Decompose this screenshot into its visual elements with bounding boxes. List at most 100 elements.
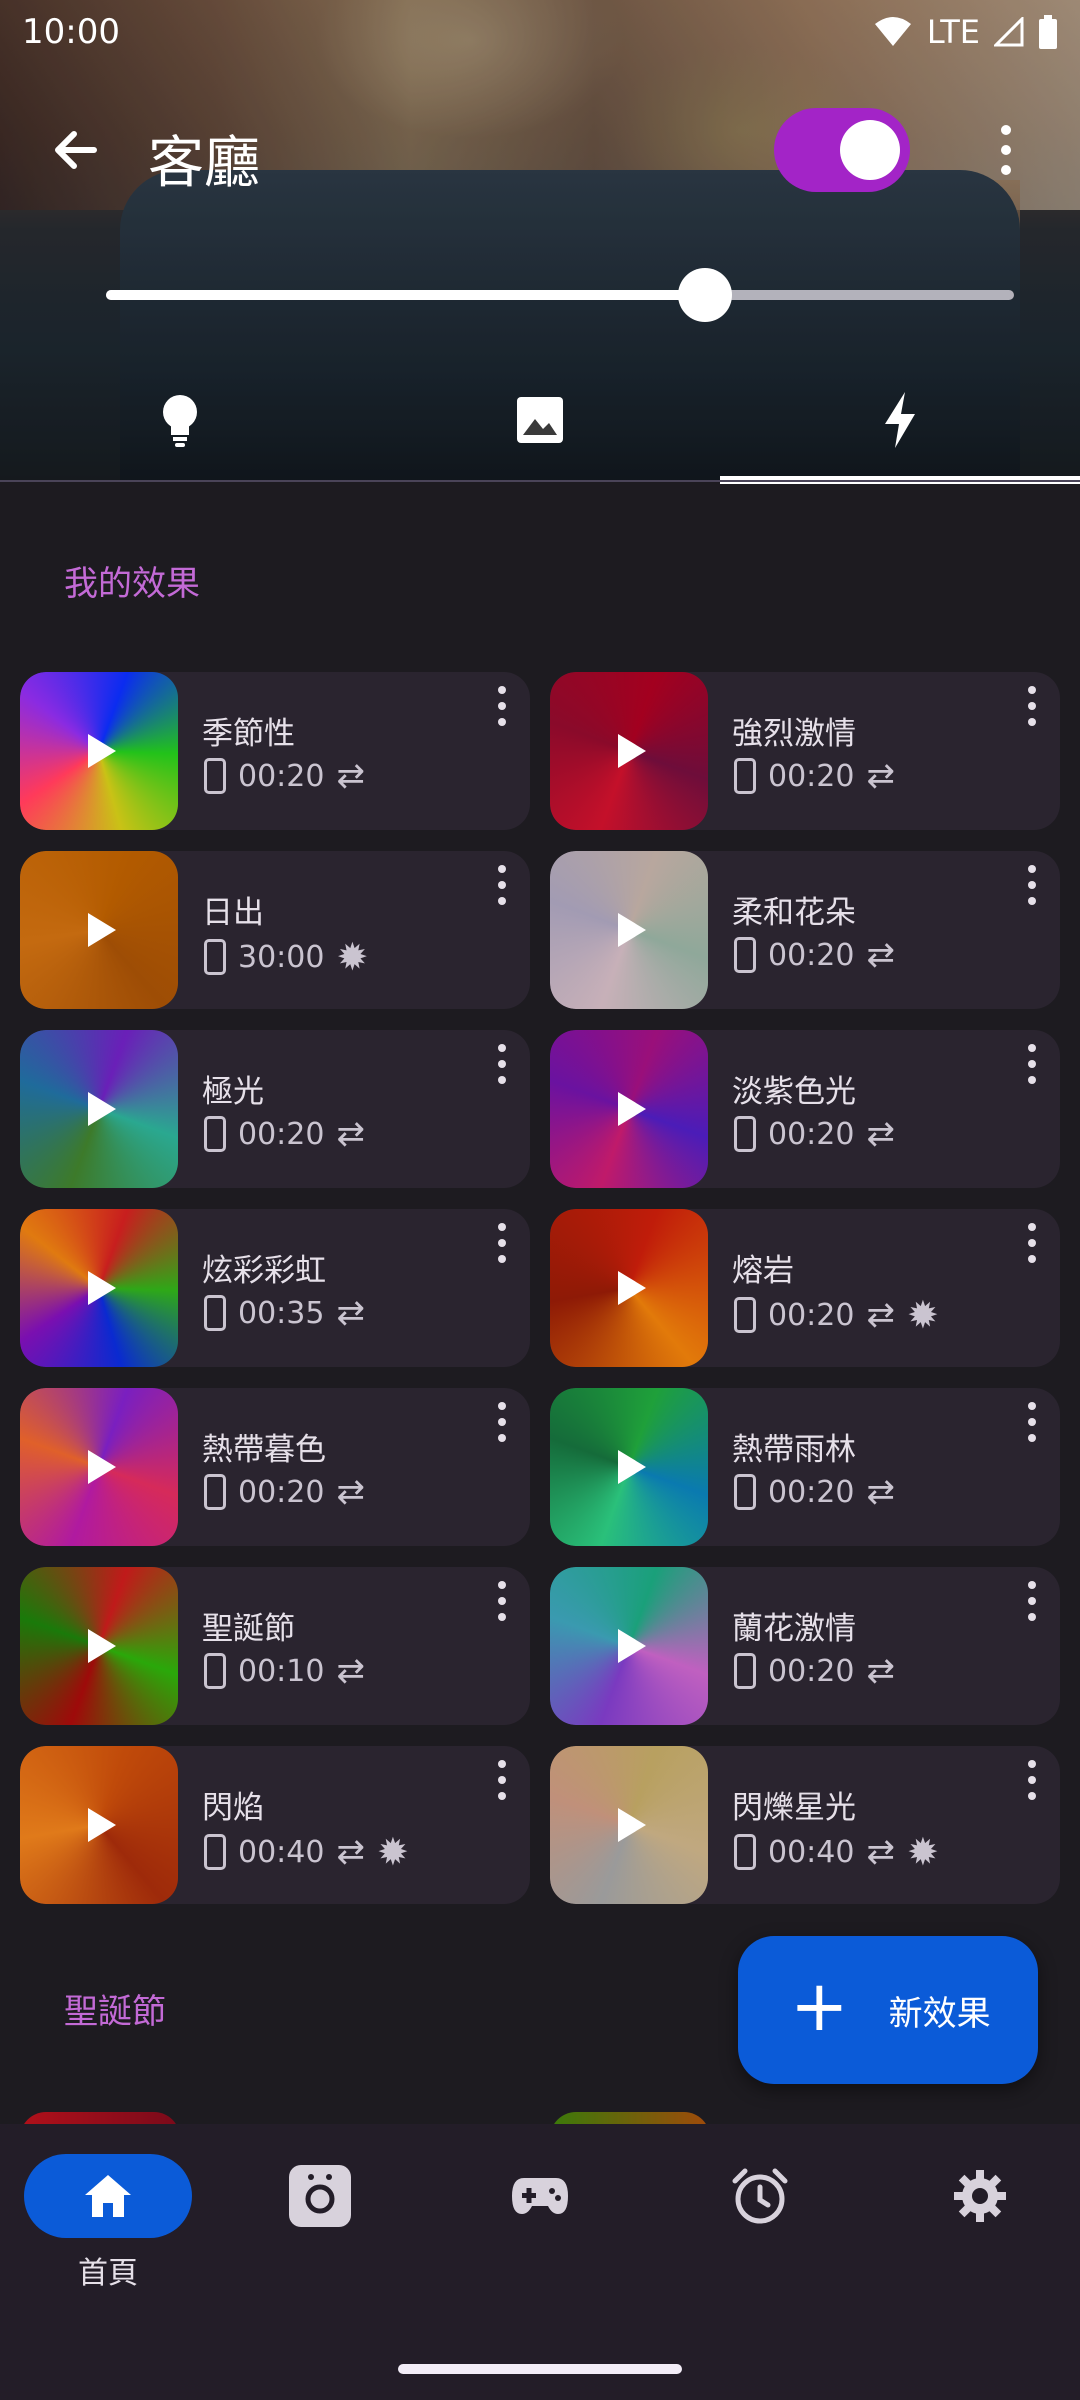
effect-more-button[interactable] (1022, 1044, 1042, 1084)
effect-play-button[interactable] (550, 1209, 708, 1367)
effect-play-button[interactable] (20, 1746, 178, 1904)
gamepad-icon (512, 2178, 568, 2214)
phone-icon (204, 939, 226, 975)
effect-more-button[interactable] (1022, 1223, 1042, 1263)
effect-more-button[interactable] (1022, 1402, 1042, 1442)
repeat-icon: ⇄ (866, 1651, 895, 1691)
effect-duration: 00:35 (238, 1295, 325, 1331)
nav-camera[interactable] (212, 2154, 428, 2324)
effect-play-button[interactable] (20, 1388, 178, 1546)
effect-meta: 00:20 ⇄ (734, 756, 895, 796)
effect-card[interactable]: 熱帶雨林 00:20 ⇄ (550, 1388, 1060, 1546)
effect-card[interactable]: 極光 00:20 ⇄ (20, 1030, 530, 1188)
effect-more-button[interactable] (492, 1760, 512, 1800)
effect-play-button[interactable] (550, 1030, 708, 1188)
play-icon (88, 734, 116, 768)
play-icon (618, 1092, 646, 1126)
effect-more-button[interactable] (492, 1223, 512, 1263)
lightning-icon (885, 392, 915, 448)
effect-card[interactable]: 淡紫色光 00:20 ⇄ (550, 1030, 1060, 1188)
more-options-button[interactable] (988, 120, 1024, 180)
effect-more-button[interactable] (1022, 686, 1042, 726)
effect-card[interactable]: 熱帶暮色 00:20 ⇄ (20, 1388, 530, 1546)
effect-play-button[interactable] (20, 1030, 178, 1188)
effect-more-button[interactable] (492, 1581, 512, 1621)
bulb-icon (163, 395, 197, 447)
repeat-icon: ⇄ (336, 1293, 365, 1333)
effect-more-button[interactable] (492, 1044, 512, 1084)
effect-card[interactable]: 強烈激情 00:20 ⇄ (550, 672, 1060, 830)
effect-meta: 00:20 ⇄ (734, 1472, 895, 1512)
effect-more-button[interactable] (1022, 1760, 1042, 1800)
effect-card[interactable]: 閃爍星光 00:40 ⇄ ✹ (550, 1746, 1060, 1904)
brightness-slider[interactable] (106, 268, 1014, 322)
repeat-icon: ⇄ (336, 1651, 365, 1691)
phone-icon (204, 1474, 226, 1510)
effect-play-button[interactable] (20, 851, 178, 1009)
effect-more-button[interactable] (492, 865, 512, 905)
effect-meta: 00:20 ⇄ (734, 1114, 895, 1154)
play-icon (88, 1271, 116, 1305)
tab-scenes[interactable] (360, 360, 720, 480)
new-effect-button[interactable]: + 新效果 (738, 1936, 1038, 2084)
nav-alarms[interactable] (652, 2154, 868, 2324)
effect-play-button[interactable] (20, 1209, 178, 1367)
battery-icon (1039, 15, 1057, 49)
effect-card[interactable]: 日出 30:00 ✹ (20, 851, 530, 1009)
tab-lights[interactable] (0, 360, 360, 480)
play-icon (88, 913, 116, 947)
status-bar: 10:00 LTE (0, 0, 1080, 64)
effect-more-button[interactable] (492, 1402, 512, 1442)
repeat-icon: ⇄ (866, 1295, 895, 1335)
effect-play-button[interactable] (550, 1388, 708, 1546)
effect-more-button[interactable] (1022, 1581, 1042, 1621)
tab-effects[interactable] (720, 360, 1080, 480)
effect-card[interactable]: 蘭花激情 00:20 ⇄ (550, 1567, 1060, 1725)
effect-play-button[interactable] (20, 1567, 178, 1725)
effect-card[interactable]: 炫彩彩虹 00:35 ⇄ (20, 1209, 530, 1367)
repeat-icon: ⇄ (336, 756, 365, 796)
top-app-bar: 客廳 (0, 100, 1080, 200)
effect-name: 季節性 (202, 716, 295, 752)
effect-play-button[interactable] (550, 1567, 708, 1725)
effect-duration: 00:10 (238, 1653, 325, 1689)
effect-name: 極光 (202, 1074, 264, 1110)
effect-meta: 00:20 ⇄ (204, 756, 365, 796)
power-toggle[interactable] (774, 108, 910, 192)
alarm-icon (732, 2168, 788, 2224)
effect-meta: 00:20 ⇄ (204, 1472, 365, 1512)
effect-more-button[interactable] (492, 686, 512, 726)
play-icon (618, 913, 646, 947)
effect-card[interactable]: 熔岩 00:20 ⇄ ✹ (550, 1209, 1060, 1367)
brightness-icon: ✹ (376, 1830, 409, 1874)
effect-play-button[interactable] (550, 1746, 708, 1904)
effect-meta: 00:10 ⇄ (204, 1651, 365, 1691)
back-button[interactable] (46, 120, 106, 180)
effect-play-button[interactable] (550, 851, 708, 1009)
room-title: 客廳 (148, 131, 260, 196)
effect-card[interactable]: 季節性 00:20 ⇄ (20, 672, 530, 830)
nav-settings[interactable] (872, 2154, 1080, 2324)
effect-name: 強烈激情 (732, 716, 856, 752)
effect-meta: 30:00 ✹ (204, 935, 368, 979)
effect-more-button[interactable] (1022, 865, 1042, 905)
phone-icon (204, 758, 226, 794)
phone-icon (734, 937, 756, 973)
effect-play-button[interactable] (550, 672, 708, 830)
nav-games[interactable] (432, 2154, 648, 2324)
effect-duration: 00:20 (238, 758, 325, 794)
effect-duration: 00:20 (768, 1474, 855, 1510)
effect-meta: 00:40 ⇄ ✹ (734, 1830, 939, 1874)
nav-home[interactable]: 首頁 (0, 2154, 216, 2324)
effect-card[interactable]: 聖誕節 00:10 ⇄ (20, 1567, 530, 1725)
effect-duration: 00:20 (768, 1297, 855, 1333)
arrow-back-icon (55, 131, 97, 169)
gesture-home-bar[interactable] (398, 2364, 682, 2374)
effect-play-button[interactable] (20, 672, 178, 830)
effect-card[interactable]: 柔和花朵 00:20 ⇄ (550, 851, 1060, 1009)
effect-meta: 00:20 ⇄ (204, 1114, 365, 1154)
slider-thumb[interactable] (678, 268, 733, 322)
effect-card[interactable]: 閃焰 00:40 ⇄ ✹ (20, 1746, 530, 1904)
toggle-knob (840, 120, 900, 180)
effect-meta: 00:35 ⇄ (204, 1293, 365, 1333)
